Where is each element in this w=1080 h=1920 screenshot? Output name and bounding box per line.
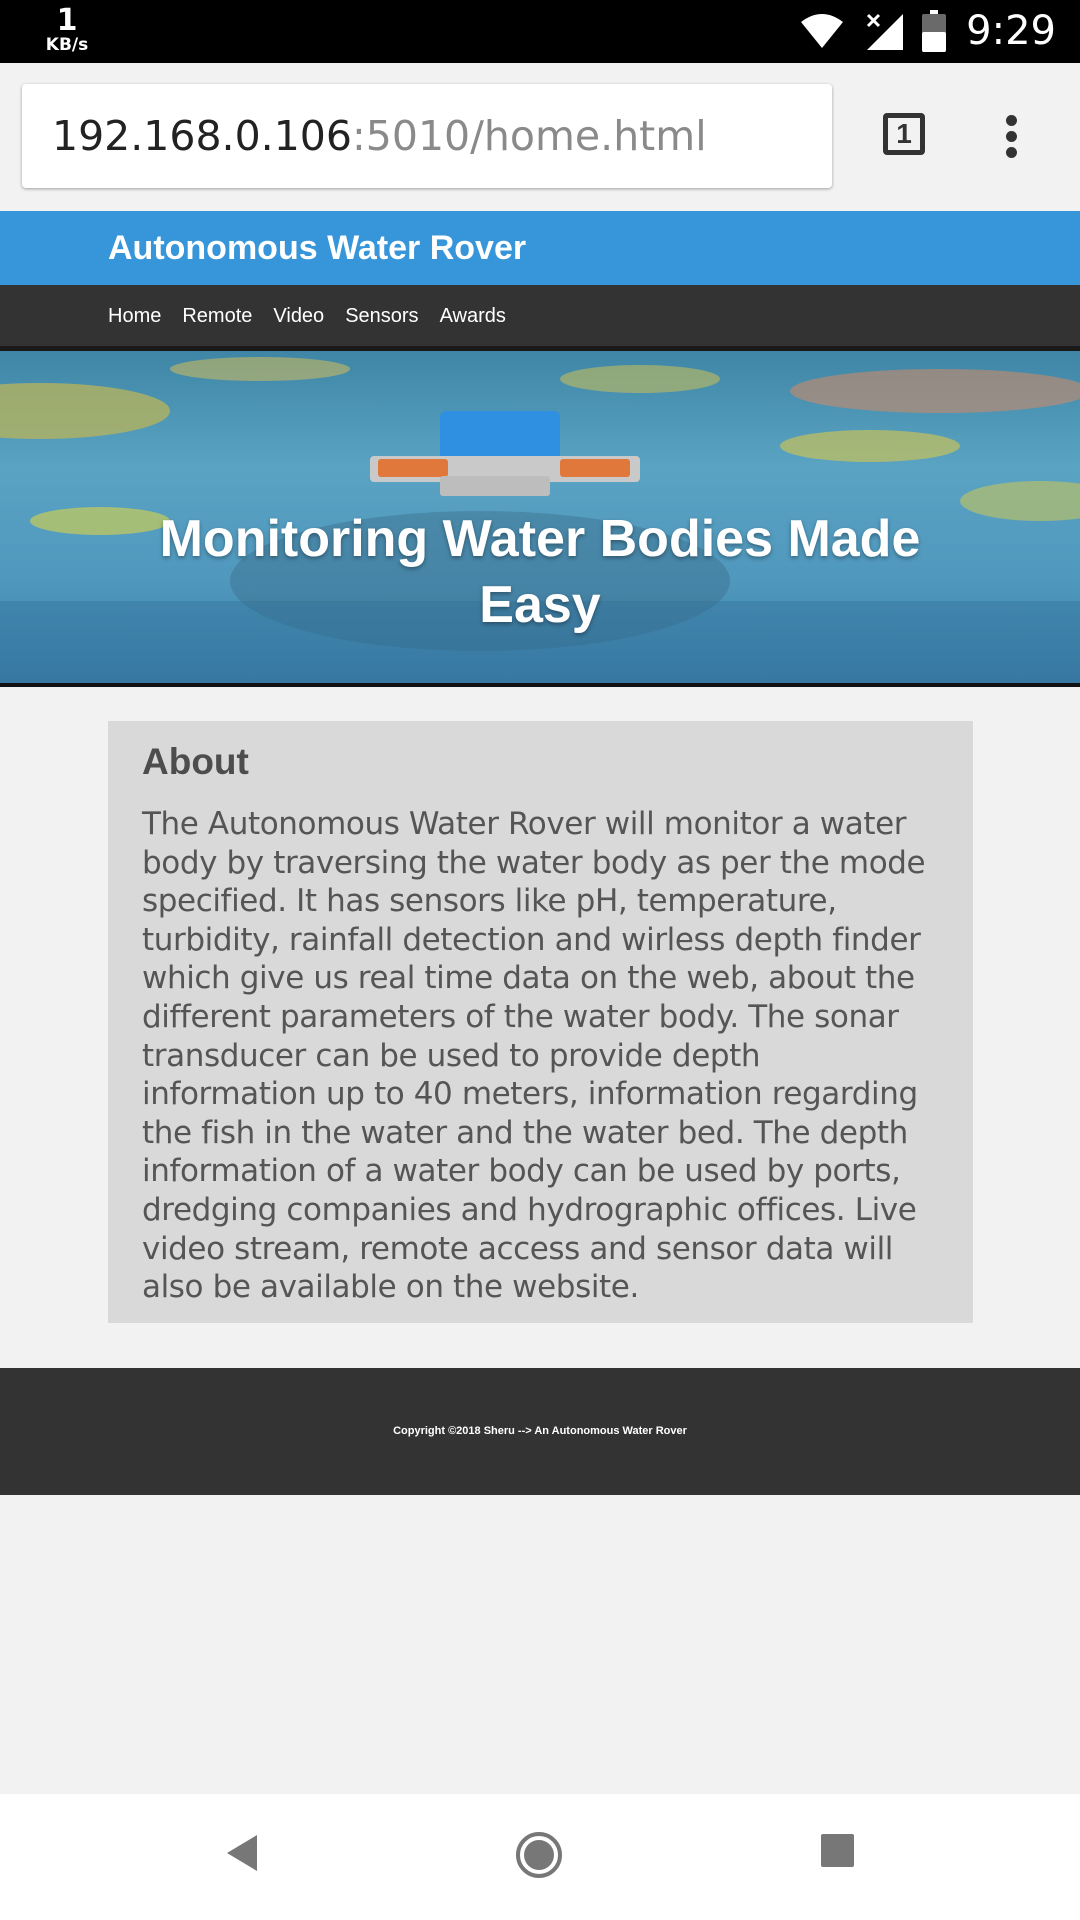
nav-link-video[interactable]: Video: [273, 285, 324, 347]
cell-signal-icon: [866, 13, 903, 50]
hero-banner: Monitoring Water Bodies Made Easy: [0, 351, 1080, 687]
site-title[interactable]: Autonomous Water Rover: [108, 211, 526, 285]
about-heading: About: [142, 741, 249, 782]
wifi-icon: [801, 14, 843, 48]
hero-heading: Monitoring Water Bodies Made Easy: [159, 510, 921, 634]
clock: 9:29: [966, 8, 1056, 54]
nav-link-sensors[interactable]: Sensors: [345, 285, 418, 347]
home-icon[interactable]: [514, 1830, 564, 1880]
network-speed-unit: KB/s: [45, 35, 89, 55]
url-host: 192.168.0.106: [52, 112, 352, 160]
battery-icon: [922, 10, 946, 52]
url-path: :5010/home.html: [351, 112, 707, 160]
recents-icon[interactable]: [821, 1834, 854, 1867]
nav-link-awards[interactable]: Awards: [440, 285, 506, 347]
system-navigation-bar: [0, 1794, 1080, 1920]
address-bar[interactable]: 192.168.0.106:5010/home.html: [22, 84, 832, 188]
browser-toolbar: 192.168.0.106:5010/home.html 1: [0, 63, 1080, 211]
nav-link-home[interactable]: Home: [108, 285, 161, 347]
footer-copyright: Copyright ©2018 Sheru --> An Autonomous …: [393, 1425, 687, 1437]
site-nav: Home Remote Video Sensors Awards: [0, 285, 1080, 351]
site-header: Autonomous Water Rover: [0, 211, 1080, 285]
status-bar: 1 KB/s 9:29: [0, 0, 1080, 63]
url-text[interactable]: 192.168.0.106:5010/home.html: [52, 84, 707, 188]
back-icon[interactable]: [225, 1833, 259, 1873]
network-speed: 1 KB/s: [38, 6, 96, 54]
tab-switcher-button[interactable]: 1: [883, 113, 925, 155]
about-text: The Autonomous Water Rover will monitor …: [142, 806, 926, 1306]
more-options-icon[interactable]: [1004, 115, 1018, 159]
site-footer: Copyright ©2018 Sheru --> An Autonomous …: [0, 1368, 1080, 1495]
nav-link-remote[interactable]: Remote: [182, 285, 252, 347]
network-speed-value: 1: [56, 3, 78, 38]
about-card: About The Autonomous Water Rover will mo…: [108, 721, 973, 1323]
